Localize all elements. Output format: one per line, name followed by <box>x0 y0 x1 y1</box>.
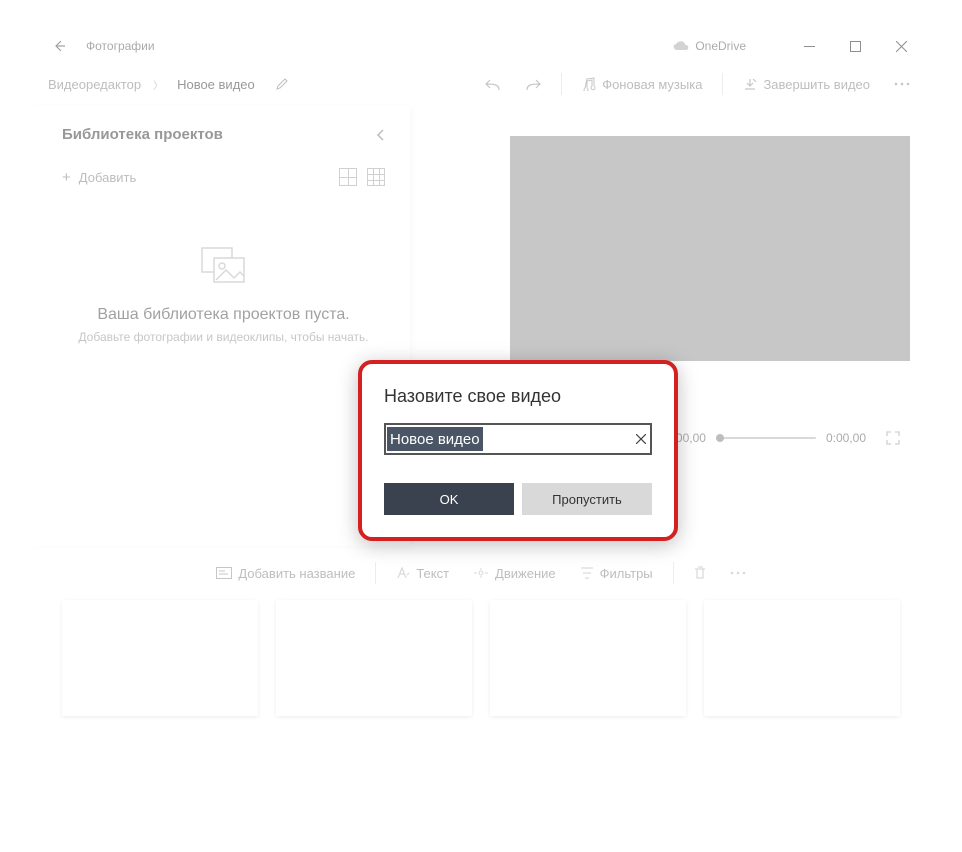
back-button[interactable] <box>42 39 76 53</box>
delete-clip-button[interactable] <box>684 560 716 586</box>
ok-button[interactable]: OK <box>384 483 514 515</box>
clip-placeholder[interactable] <box>276 600 472 716</box>
chevron-right-icon: 〉 <box>153 77 163 92</box>
view-small-grid-button[interactable] <box>367 168 385 186</box>
name-video-dialog: Назовите свое видео Новое видео OK Пропу… <box>358 360 678 541</box>
text-label: Текст <box>416 566 449 581</box>
clip-placeholder[interactable] <box>62 600 258 716</box>
time-slider[interactable] <box>716 437 816 439</box>
cloud-icon <box>673 40 689 52</box>
filters-icon <box>580 567 594 579</box>
motion-label: Движение <box>495 566 556 581</box>
bg-music-button[interactable]: Фоновая музыка <box>572 71 712 98</box>
rename-button[interactable] <box>267 71 297 97</box>
text-icon <box>396 567 410 579</box>
preview-canvas <box>510 136 910 361</box>
finish-label: Завершить видео <box>763 77 870 92</box>
library-panel: Библиотека проектов + Добавить <box>32 106 410 546</box>
dialog-title: Назовите свое видео <box>384 386 652 407</box>
title-bar: Фотографии OneDrive <box>32 30 930 62</box>
app-title: Фотографии <box>86 39 155 53</box>
onedrive-button[interactable]: OneDrive <box>673 39 746 53</box>
redo-button[interactable] <box>515 71 551 97</box>
empty-library-icon <box>200 246 248 286</box>
trash-icon <box>694 566 706 580</box>
finish-video-button[interactable]: Завершить видео <box>733 71 880 98</box>
title-card-icon <box>216 567 232 579</box>
plus-icon: + <box>62 169 71 186</box>
collapse-library-button[interactable] <box>375 128 385 142</box>
close-button[interactable] <box>878 31 924 61</box>
export-icon <box>743 77 757 91</box>
empty-library-title: Ваша библиотека проектов пуста. <box>62 306 385 324</box>
empty-library-subtitle: Добавьте фотографии и видеоклипы, чтобы … <box>62 330 385 344</box>
filters-button[interactable]: Фильтры <box>570 560 663 587</box>
time-total: 0:00,00 <box>826 431 866 445</box>
skip-button[interactable]: Пропустить <box>522 483 652 515</box>
view-large-grid-button[interactable] <box>339 168 357 186</box>
onedrive-label: OneDrive <box>695 39 746 53</box>
minimize-button[interactable] <box>786 31 832 61</box>
clip-placeholder[interactable] <box>490 600 686 716</box>
library-title: Библиотека проектов <box>62 126 223 143</box>
music-icon <box>582 77 596 91</box>
ellipsis-icon <box>894 82 910 86</box>
motion-icon <box>473 567 489 579</box>
add-title-card-button[interactable]: Добавить название <box>206 560 365 587</box>
clear-input-button[interactable] <box>636 434 646 444</box>
fullscreen-button[interactable] <box>886 431 900 445</box>
text-button[interactable]: Текст <box>386 560 459 587</box>
breadcrumb-project[interactable]: Новое видео <box>169 71 263 98</box>
storyboard <box>32 600 930 746</box>
clip-placeholder[interactable] <box>704 600 900 716</box>
add-media-button[interactable]: + Добавить <box>62 169 136 186</box>
separator <box>722 73 723 95</box>
more-button[interactable] <box>884 76 920 92</box>
storyboard-toolbar: Добавить название Текст Движение <box>32 546 930 600</box>
maximize-button[interactable] <box>832 31 878 61</box>
breadcrumb-editor[interactable]: Видеоредактор <box>42 71 147 98</box>
bg-music-label: Фоновая музыка <box>602 77 702 92</box>
separator <box>561 73 562 95</box>
add-title-label: Добавить название <box>238 566 355 581</box>
ellipsis-icon <box>730 571 746 575</box>
storyboard-more-button[interactable] <box>720 565 756 581</box>
undo-button[interactable] <box>475 71 511 97</box>
separator <box>673 562 674 584</box>
separator <box>375 562 376 584</box>
command-bar: Видеоредактор 〉 Новое видео Фоновая музы… <box>32 62 930 106</box>
filters-label: Фильтры <box>600 566 653 581</box>
video-name-input[interactable] <box>384 423 652 455</box>
motion-button[interactable]: Движение <box>463 560 566 587</box>
add-label: Добавить <box>79 170 136 185</box>
